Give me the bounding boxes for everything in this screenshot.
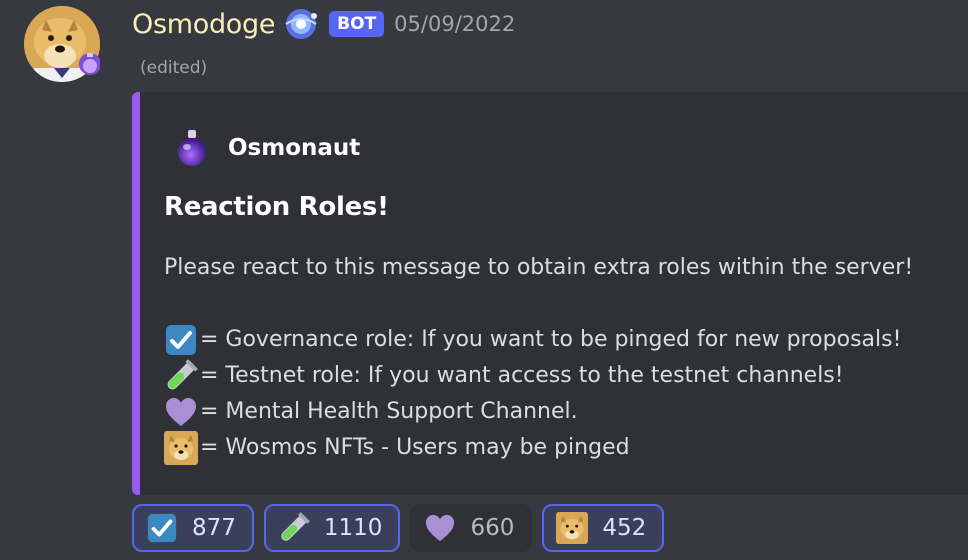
check-box-icon	[146, 512, 178, 544]
role-line-governance: = Governance role: If you want to be pin…	[164, 322, 913, 358]
doge-icon	[556, 512, 589, 544]
embed-author-name[interactable]: Osmonaut	[228, 135, 360, 161]
message-embed: Osmonaut Reaction Roles! Please react to…	[132, 92, 968, 495]
embed-intro: Please react to this message to obtain e…	[164, 255, 914, 280]
role-line-mental-health: = Mental Health Support Channel.	[164, 394, 913, 430]
embed-author: Osmonaut	[172, 128, 360, 168]
purple-heart-icon	[164, 395, 198, 429]
reaction-purple-heart[interactable]: 660	[410, 504, 533, 552]
reaction-test-tube[interactable]: 1110	[263, 504, 401, 552]
reaction-count: 660	[470, 515, 515, 541]
reaction-check-box[interactable]: 877	[132, 504, 254, 552]
role-text: = Governance role: If you want to be pin…	[200, 327, 902, 352]
role-text: = Testnet role: If you want access to th…	[200, 363, 844, 388]
embed-title: Reaction Roles!	[164, 192, 389, 222]
role-line-wosmos: = Wosmos NFTs - Users may be pinged	[164, 430, 913, 466]
role-line-testnet: = Testnet role: If you want access to th…	[164, 358, 913, 394]
check-box-icon	[164, 323, 198, 357]
reaction-bar: 877 1110 660 452	[132, 504, 665, 552]
test-tube-icon	[278, 512, 310, 544]
user-avatar[interactable]	[24, 6, 100, 82]
reaction-count: 877	[192, 515, 236, 541]
chat-message: Osmodoge BOT 05/09/2022 (edited) Osmonau…	[0, 0, 968, 560]
username[interactable]: Osmodoge	[132, 9, 275, 40]
reaction-doge[interactable]: 452	[542, 504, 665, 552]
edited-label: (edited)	[140, 58, 208, 78]
doge-icon	[164, 431, 198, 465]
reaction-count: 1110	[323, 515, 383, 541]
osmosis-badge-icon	[283, 6, 319, 42]
role-text: = Mental Health Support Channel.	[200, 399, 578, 424]
reaction-count: 452	[602, 515, 647, 541]
timestamp: 05/09/2022	[394, 12, 516, 36]
role-text: = Wosmos NFTs - Users may be pinged	[200, 435, 630, 460]
message-header: Osmodoge BOT 05/09/2022	[132, 2, 515, 46]
embed-description: Please react to this message to obtain e…	[164, 250, 913, 466]
bot-tag: BOT	[329, 11, 385, 37]
purple-heart-icon	[424, 512, 456, 544]
test-tube-icon	[164, 359, 198, 393]
potion-icon	[172, 128, 212, 168]
